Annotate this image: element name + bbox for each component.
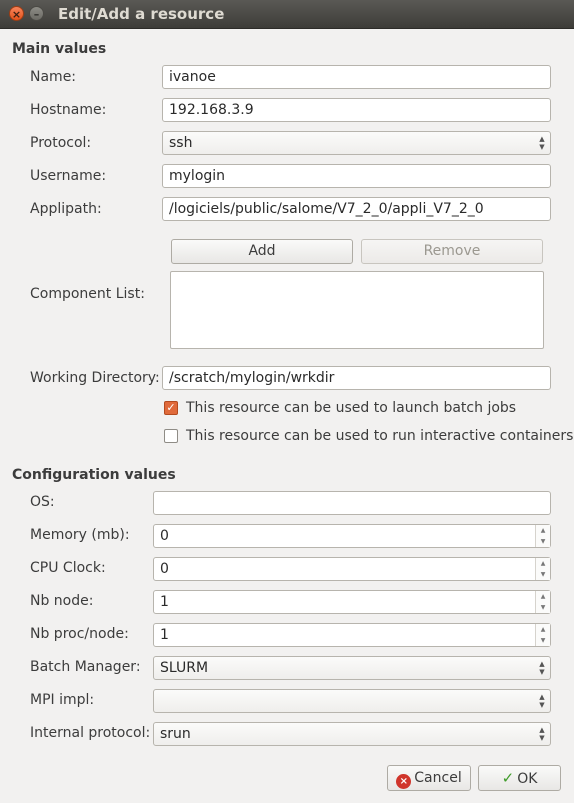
batch-manager-label: Batch Manager: [30,659,141,675]
working-directory-input[interactable]: /scratch/mylogin/wrkdir [162,366,551,390]
internal-protocol-select[interactable]: srun ▲ ▼ [153,722,551,746]
cpu-clock-value: 0 [160,561,169,577]
os-label: OS: [30,494,55,510]
checkmark-icon: ✓ [501,769,515,787]
window-titlebar: × – Edit/Add a resource [0,0,574,29]
memory-label: Memory (mb): [30,527,130,543]
updown-arrows-icon: ▲ ▼ [539,135,545,151]
mpi-impl-select[interactable]: ▲ ▼ [153,689,551,713]
working-directory-label: Working Directory: [30,370,160,386]
name-input[interactable]: ivanoe [162,65,551,89]
protocol-select-value: ssh [169,135,193,151]
batch-manager-select[interactable]: SLURM ▲ ▼ [153,656,551,680]
spin-arrows-icon[interactable]: ▲ ▼ [535,525,550,547]
nb-proc-spinbox[interactable]: 1 ▲ ▼ [153,623,551,647]
cpu-clock-spinbox[interactable]: 0 ▲ ▼ [153,557,551,581]
cancel-button[interactable]: × Cancel [387,765,471,791]
add-button[interactable]: Add [171,239,353,264]
updown-arrows-icon: ▲ ▼ [539,660,545,676]
os-input[interactable] [153,491,551,515]
mpi-impl-label: MPI impl: [30,692,95,708]
component-list[interactable] [170,271,544,349]
minimize-icon[interactable]: – [29,6,44,21]
protocol-select[interactable]: ssh ▲ ▼ [162,131,551,155]
interactive-checkbox[interactable] [164,429,178,443]
hostname-label: Hostname: [30,102,107,118]
username-input[interactable]: mylogin [162,164,551,188]
ok-button-label: OK [517,771,538,787]
component-list-label: Component List: [30,286,145,302]
name-label: Name: [30,69,77,85]
cancel-icon: × [396,774,412,789]
ok-button[interactable]: ✓ OK [478,765,561,791]
window-title: Edit/Add a resource [58,5,225,23]
applipath-label: Applipath: [30,201,102,217]
internal-protocol-value: srun [160,726,191,742]
spin-arrows-icon[interactable]: ▲ ▼ [535,558,550,580]
batch-manager-value: SLURM [160,660,209,676]
cancel-button-label: Cancel [414,770,462,786]
interactive-checkbox-row[interactable]: This resource can be used to run interac… [164,428,573,446]
close-icon[interactable]: × [9,6,24,21]
memory-value: 0 [160,528,169,544]
username-label: Username: [30,168,107,184]
nb-node-label: Nb node: [30,593,94,609]
cpu-clock-label: CPU Clock: [30,560,106,576]
nb-proc-label: Nb proc/node: [30,626,129,642]
spin-arrows-icon[interactable]: ▲ ▼ [535,624,550,646]
updown-arrows-icon: ▲ ▼ [539,693,545,709]
applipath-input[interactable]: /logiciels/public/salome/V7_2_0/appli_V7… [162,197,551,221]
updown-arrows-icon: ▲ ▼ [539,726,545,742]
remove-button[interactable]: Remove [361,239,543,264]
configuration-values-heading: Configuration values [12,467,176,483]
internal-protocol-label: Internal protocol: [30,725,151,741]
batch-jobs-checkbox[interactable]: ✓ [164,401,178,415]
nb-node-spinbox[interactable]: 1 ▲ ▼ [153,590,551,614]
nb-node-value: 1 [160,594,169,610]
memory-spinbox[interactable]: 0 ▲ ▼ [153,524,551,548]
batch-jobs-label: This resource can be used to launch batc… [186,400,517,416]
nb-proc-value: 1 [160,627,169,643]
protocol-label: Protocol: [30,135,92,151]
main-values-heading: Main values [12,41,107,57]
spin-arrows-icon[interactable]: ▲ ▼ [535,591,550,613]
batch-jobs-checkbox-row[interactable]: ✓ This resource can be used to launch ba… [164,400,564,418]
hostname-input[interactable]: 192.168.3.9 [162,98,551,122]
interactive-label: This resource can be used to run interac… [186,428,574,444]
